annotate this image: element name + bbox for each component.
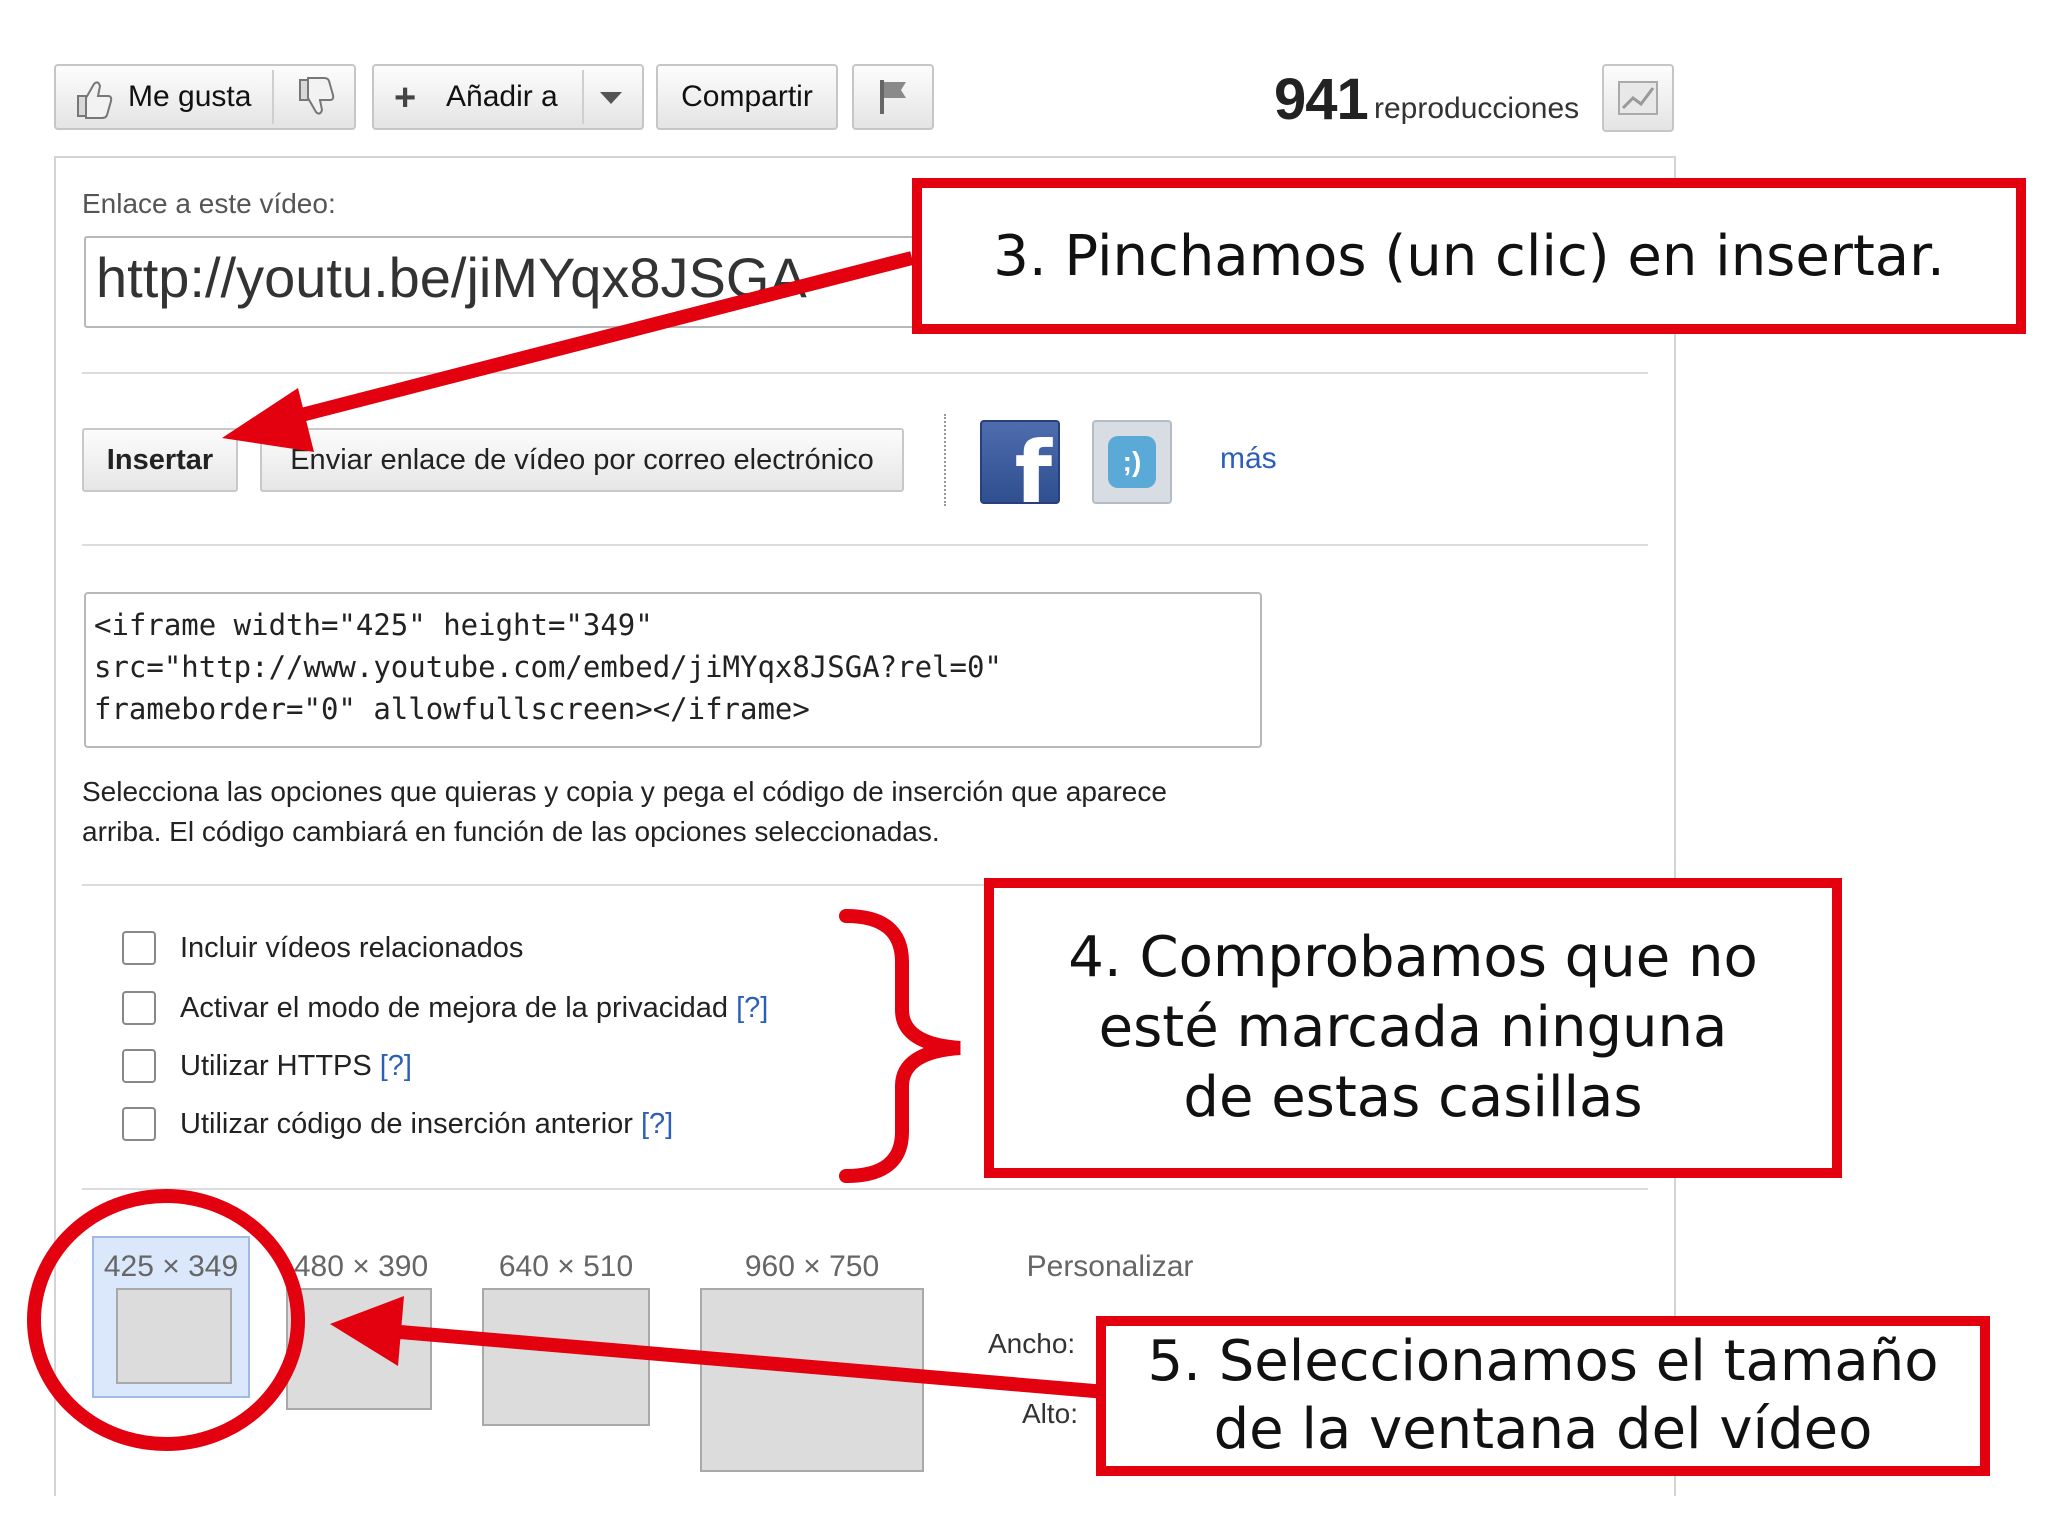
- size-preview[interactable]: [700, 1288, 924, 1472]
- option-label: Activar el modo de mejora de la privacid…: [180, 991, 729, 1024]
- option-label: Incluir vídeos relacionados: [180, 931, 524, 964]
- chart-icon: [1618, 81, 1658, 115]
- annotation-step-4: 4. Comprobamos que no esté marcada ningu…: [984, 878, 1842, 1178]
- https-checkbox[interactable]: [122, 1049, 156, 1083]
- chevron-down-icon[interactable]: [600, 92, 622, 104]
- divider: [82, 372, 1648, 374]
- option-row: Incluir vídeos relacionados: [122, 928, 523, 968]
- embed-code-line: <iframe width="425" height="349": [94, 608, 653, 642]
- video-link-input[interactable]: http://youtu.be/jiMYqx8JSGA: [84, 236, 964, 328]
- size-label: 640 × 510: [498, 1250, 634, 1283]
- dislike-button[interactable]: [278, 70, 354, 124]
- add-to-separator: [582, 70, 584, 124]
- share-label: Compartir: [681, 80, 813, 113]
- annotation-text: 5. Seleccionamos el tamaño: [1147, 1329, 1939, 1394]
- thumbs-down-icon: [299, 77, 335, 115]
- dotted-separator: [944, 414, 946, 506]
- share-button[interactable]: Compartir: [656, 64, 838, 130]
- email-link-tab[interactable]: Enviar enlace de vídeo por correo electr…: [260, 428, 904, 492]
- size-label: 425 × 349: [103, 1250, 239, 1283]
- embed-code-line: src="http://www.youtube.com/embed/jiMYqx…: [94, 650, 1002, 684]
- divider: [82, 1188, 1648, 1190]
- link-label: Enlace a este vídeo:: [82, 188, 336, 219]
- like-label: Me gusta: [128, 80, 252, 113]
- thumbs-up-icon: [74, 78, 114, 128]
- embed-tab-label: Insertar: [106, 443, 214, 476]
- embed-code-textarea[interactable]: <iframe width="425" height="349" src="htt…: [84, 592, 1262, 748]
- custom-size-label: Personalizar: [1026, 1250, 1194, 1283]
- more-link[interactable]: más: [1220, 442, 1277, 476]
- embed-instructions: Selecciona las opciones que quieras y co…: [82, 776, 1167, 847]
- view-count-label: reproducciones: [1374, 92, 1580, 125]
- size-label: 960 × 750: [744, 1250, 880, 1283]
- flag-icon: [880, 80, 906, 114]
- annotation-step-5: 5. Seleccionamos el tamaño de la ventana…: [1096, 1316, 1990, 1476]
- annotation-step-3: 3. Pinchamos (un clic) en insertar.: [912, 178, 2026, 334]
- annotation-text: de la ventana del vídeo: [1213, 1397, 1873, 1462]
- help-link[interactable]: [?]: [380, 1050, 412, 1083]
- help-link[interactable]: [?]: [641, 1108, 673, 1141]
- size-preview[interactable]: [286, 1288, 432, 1410]
- divider: [82, 544, 1648, 546]
- statistics-button[interactable]: [1602, 64, 1674, 132]
- width-label: Ancho:: [988, 1328, 1076, 1359]
- tuenti-icon[interactable]: ;): [1092, 420, 1172, 504]
- email-link-tab-label: Enviar enlace de vídeo por correo electr…: [290, 443, 874, 476]
- plus-icon: +: [394, 77, 417, 119]
- size-label: 480 × 390: [293, 1250, 429, 1283]
- help-link[interactable]: [?]: [736, 992, 768, 1025]
- annotation-text: de estas casillas: [1183, 1065, 1643, 1130]
- flag-button[interactable]: [852, 64, 934, 130]
- facebook-icon[interactable]: f: [980, 420, 1060, 504]
- annotation-text: esté marcada ninguna: [1098, 995, 1728, 1060]
- annotation-text: 4. Comprobamos que no: [1068, 925, 1758, 990]
- size-preview[interactable]: [482, 1288, 650, 1426]
- like-button[interactable]: Me gusta: [54, 64, 356, 130]
- related-videos-checkbox[interactable]: [122, 931, 156, 965]
- embed-tab[interactable]: Insertar: [82, 428, 238, 492]
- option-row: Activar el modo de mejora de la privacid…: [122, 988, 768, 1028]
- like-separator: [272, 70, 274, 124]
- option-row: Utilizar código de inserción anterior [?…: [122, 1104, 673, 1144]
- option-row: Utilizar HTTPS [?]: [122, 1046, 412, 1086]
- privacy-mode-checkbox[interactable]: [122, 991, 156, 1025]
- option-label: Utilizar HTTPS: [180, 1049, 372, 1082]
- annotation-text: 3. Pinchamos (un clic) en insertar.: [993, 223, 1945, 289]
- view-count: 941: [1274, 67, 1369, 132]
- add-to-button[interactable]: + Añadir a: [372, 64, 644, 130]
- height-label: Alto:: [1022, 1398, 1079, 1429]
- embed-code-line: frameborder="0" allowfullscreen></iframe…: [94, 692, 810, 726]
- add-to-label: Añadir a: [446, 80, 558, 113]
- size-preview[interactable]: [116, 1288, 232, 1384]
- option-label: Utilizar código de inserción anterior: [180, 1107, 633, 1140]
- old-embed-code-checkbox[interactable]: [122, 1107, 156, 1141]
